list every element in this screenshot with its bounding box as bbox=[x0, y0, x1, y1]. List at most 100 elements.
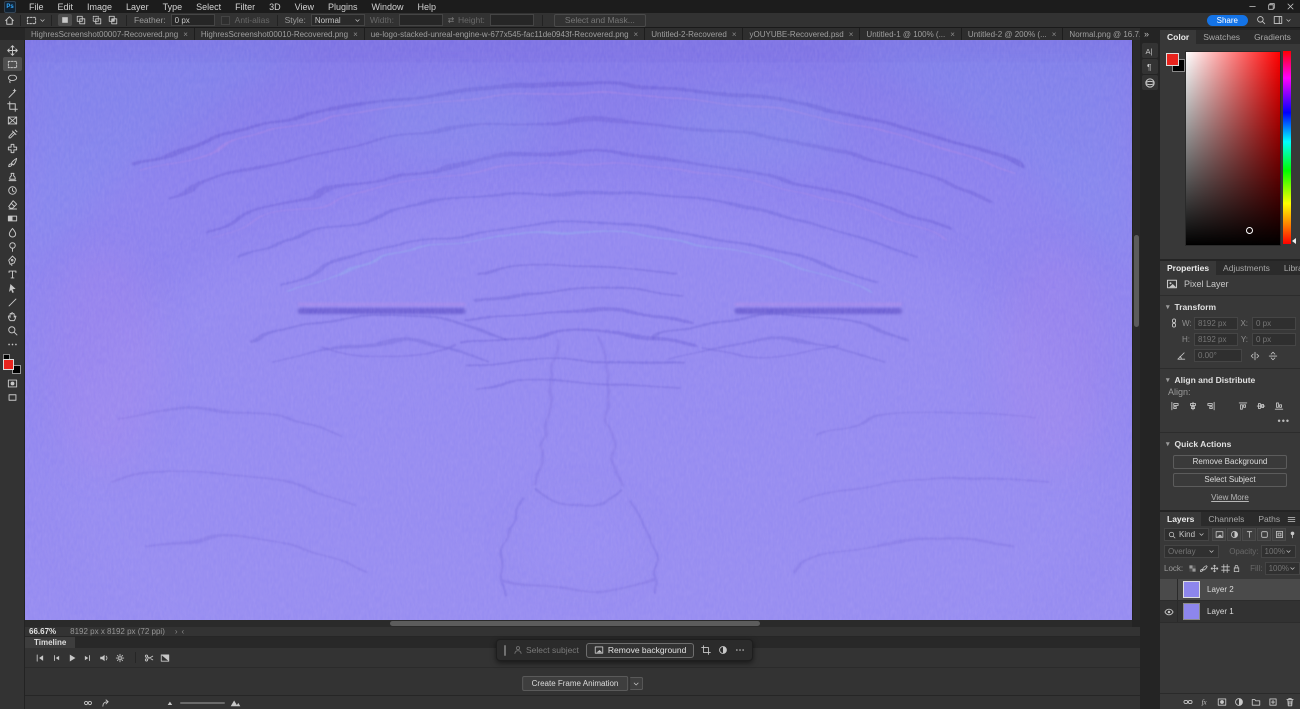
tab-close-icon[interactable]: × bbox=[183, 30, 188, 39]
tab-swatches[interactable]: Swatches bbox=[1196, 30, 1247, 44]
color-field-marker[interactable] bbox=[1246, 227, 1253, 234]
type-filter-icon[interactable] bbox=[1242, 528, 1256, 541]
style-select[interactable]: Normal bbox=[311, 14, 365, 26]
swap-dimensions-icon[interactable] bbox=[446, 15, 456, 25]
lasso-tool[interactable] bbox=[3, 71, 22, 85]
menu-view[interactable]: View bbox=[288, 2, 321, 12]
layer-row[interactable]: Layer 1 bbox=[1160, 601, 1300, 623]
first-frame-icon[interactable] bbox=[33, 651, 46, 664]
create-frame-animation-button[interactable]: Create Frame Animation bbox=[522, 676, 629, 691]
next-frame-icon[interactable] bbox=[81, 651, 94, 664]
menu-filter[interactable]: Filter bbox=[228, 2, 262, 12]
expand-panels-icon[interactable]: » bbox=[1140, 28, 1160, 42]
document-tab[interactable]: yOUYUBE-Recovered.psd× bbox=[743, 28, 860, 40]
saturation-brightness-field[interactable] bbox=[1185, 51, 1281, 246]
adjustment-icon[interactable] bbox=[718, 645, 728, 655]
menu-layer[interactable]: Layer bbox=[119, 2, 156, 12]
flip-vertical-icon[interactable] bbox=[1268, 351, 1278, 361]
clone-stamp-tool[interactable] bbox=[3, 169, 22, 183]
share-button[interactable]: Share bbox=[1207, 15, 1248, 26]
align-top-icon[interactable] bbox=[1236, 399, 1250, 412]
paragraph-panel-icon[interactable]: ¶ bbox=[1142, 59, 1158, 74]
lock-transparent-icon[interactable] bbox=[1187, 563, 1198, 574]
object-selection-tool[interactable] bbox=[3, 85, 22, 99]
tab-adjustments[interactable]: Adjustments bbox=[1216, 261, 1277, 275]
select-subject-button[interactable]: Select subject bbox=[513, 645, 579, 655]
fill-select[interactable]: 100% bbox=[1265, 562, 1300, 575]
type-tool[interactable] bbox=[3, 267, 22, 281]
loop-icon[interactable] bbox=[83, 698, 93, 708]
quick-actions-header[interactable]: ▾Quick Actions bbox=[1160, 435, 1300, 451]
document-tab[interactable]: Untitled-2-Recovered× bbox=[645, 28, 743, 40]
visibility-toggle[interactable] bbox=[1160, 601, 1178, 622]
more-options-icon[interactable] bbox=[735, 645, 745, 655]
path-selection-tool[interactable] bbox=[3, 281, 22, 295]
blend-mode-select[interactable]: Overlay bbox=[1164, 545, 1219, 558]
transition-icon[interactable] bbox=[158, 651, 171, 664]
tab-layers[interactable]: Layers bbox=[1160, 512, 1201, 526]
brush-tool[interactable] bbox=[3, 155, 22, 169]
group-icon[interactable] bbox=[1250, 696, 1262, 708]
horizontal-scrollbar[interactable] bbox=[25, 620, 1132, 627]
transform-section-header[interactable]: ▾Transform bbox=[1160, 298, 1300, 314]
layer-filter-kind-select[interactable]: Kind bbox=[1164, 528, 1209, 541]
view-more-link[interactable]: View More bbox=[1160, 493, 1300, 502]
menu-select[interactable]: Select bbox=[189, 2, 228, 12]
workspace-icon[interactable] bbox=[1273, 15, 1283, 25]
menu-plugins[interactable]: Plugins bbox=[321, 2, 365, 12]
canvas-image[interactable] bbox=[25, 40, 1132, 620]
horizontal-scrollbar-thumb[interactable] bbox=[390, 621, 760, 626]
foreground-background-colors[interactable] bbox=[3, 354, 21, 374]
task-bar-drag-handle[interactable] bbox=[504, 645, 506, 656]
eyedropper-tool[interactable] bbox=[3, 127, 22, 141]
zoom-level[interactable]: 66.67% bbox=[29, 627, 56, 636]
zoom-in-frames-icon[interactable] bbox=[230, 697, 241, 708]
tab-libraries[interactable]: Libraries bbox=[1277, 261, 1300, 275]
minimize-icon[interactable] bbox=[1243, 0, 1262, 13]
flip-horizontal-icon[interactable] bbox=[1250, 351, 1260, 361]
menu-help[interactable]: Help bbox=[411, 2, 444, 12]
menu-edit[interactable]: Edit bbox=[51, 2, 81, 12]
vertical-scrollbar[interactable] bbox=[1132, 40, 1140, 620]
height-input[interactable] bbox=[490, 14, 534, 26]
quick-mask-tool[interactable] bbox=[3, 376, 22, 390]
tab-color[interactable]: Color bbox=[1160, 30, 1196, 44]
audio-icon[interactable] bbox=[97, 651, 110, 664]
remove-background-button[interactable]: Remove background bbox=[586, 643, 694, 658]
tab-close-icon[interactable]: × bbox=[950, 30, 955, 39]
vertical-scrollbar-thumb[interactable] bbox=[1134, 235, 1139, 327]
home-icon[interactable] bbox=[4, 15, 15, 26]
hand-tool[interactable] bbox=[3, 309, 22, 323]
foreground-color-swatch[interactable] bbox=[3, 359, 14, 370]
align-right-icon[interactable] bbox=[1204, 399, 1218, 412]
tab-paths[interactable]: Paths bbox=[1251, 512, 1287, 526]
pen-tool[interactable] bbox=[3, 253, 22, 267]
adjustment-icon[interactable] bbox=[1233, 696, 1245, 708]
play-icon[interactable] bbox=[65, 651, 78, 664]
tab-channels[interactable]: Channels bbox=[1201, 512, 1251, 526]
new-selection-icon[interactable] bbox=[58, 14, 72, 26]
anti-alias-checkbox[interactable] bbox=[221, 16, 230, 25]
history-brush-tool[interactable] bbox=[3, 183, 22, 197]
visibility-toggle[interactable] bbox=[1160, 579, 1178, 600]
split-icon[interactable] bbox=[142, 651, 155, 664]
smart-filter-icon[interactable] bbox=[1272, 528, 1286, 541]
close-icon[interactable] bbox=[1281, 0, 1300, 13]
timeline-zoom-slider[interactable] bbox=[180, 702, 225, 704]
align-middle-v-icon[interactable] bbox=[1254, 399, 1268, 412]
crop-icon[interactable] bbox=[701, 645, 711, 655]
remove-background-button[interactable]: Remove Background bbox=[1173, 455, 1287, 469]
adjustment-filter-icon[interactable] bbox=[1227, 528, 1241, 541]
shortcut-arrow-icon[interactable] bbox=[101, 698, 111, 708]
hue-slider[interactable] bbox=[1283, 51, 1291, 244]
tab-close-icon[interactable]: × bbox=[1052, 30, 1057, 39]
lock-paint-icon[interactable] bbox=[1198, 563, 1209, 574]
delete-icon[interactable] bbox=[1284, 696, 1296, 708]
crop-tool[interactable] bbox=[3, 99, 22, 113]
tab-close-icon[interactable]: × bbox=[634, 30, 639, 39]
restore-icon[interactable] bbox=[1262, 0, 1281, 13]
align-section-header[interactable]: ▾Align and Distribute bbox=[1160, 371, 1300, 387]
gradient-tool[interactable] bbox=[3, 211, 22, 225]
character-panel-icon[interactable]: A| bbox=[1142, 43, 1158, 58]
feather-input[interactable]: 0 px bbox=[171, 14, 215, 26]
